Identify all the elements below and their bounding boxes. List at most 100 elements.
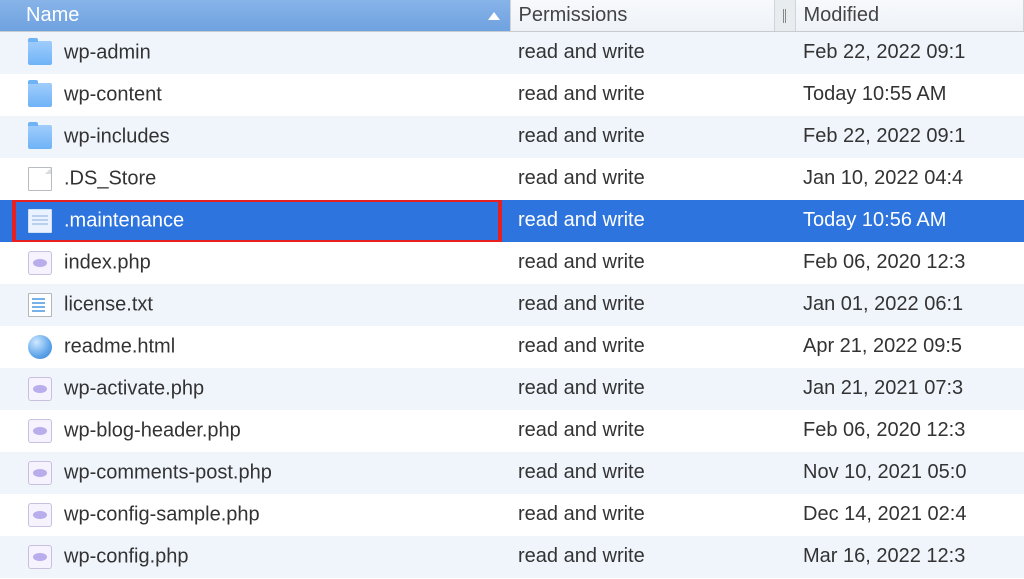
html-file-icon: [28, 335, 52, 359]
file-name-label: .maintenance: [64, 209, 184, 231]
file-row[interactable]: wp-config-sample.php read and write Dec 14…: [0, 494, 1024, 536]
file-row[interactable]: .maintenance read and write Today 10:56 AM: [0, 200, 1024, 242]
modified-cell: Nov 10, 2021 05:0: [795, 452, 1024, 494]
file-name-label: wp-includes: [64, 125, 170, 147]
column-header-modified-label: Modified: [804, 4, 880, 26]
file-name-label: index.php: [64, 251, 151, 273]
column-header-permissions[interactable]: Permissions: [510, 0, 774, 32]
separator-cell: [774, 116, 795, 158]
file-name-label: wp-config.php: [64, 545, 189, 567]
php-file-icon: [28, 419, 52, 443]
separator-cell: [774, 326, 795, 368]
separator-cell: [774, 536, 795, 578]
file-row[interactable]: wp-activate.php read and write Jan 21, 202…: [0, 368, 1024, 410]
file-name-label: wp-config-sample.php: [64, 503, 260, 525]
separator-cell: [774, 200, 795, 242]
permissions-cell: read and write: [510, 32, 774, 74]
permissions-cell: read and write: [510, 368, 774, 410]
modified-cell: Today 10:55 AM: [795, 74, 1024, 116]
file-row[interactable]: wp-comments-post.php read and write Nov 10…: [0, 452, 1024, 494]
file-row[interactable]: wp-includes read and write Feb 22, 2022 09…: [0, 116, 1024, 158]
modified-cell: Jan 21, 2021 07:3: [795, 368, 1024, 410]
file-name-cell[interactable]: wp-includes: [0, 116, 510, 158]
permissions-cell: read and write: [510, 200, 774, 242]
modified-cell: Dec 14, 2021 02:4: [795, 494, 1024, 536]
file-name-label: license.txt: [64, 293, 153, 315]
modified-cell: Feb 22, 2022 09:1: [795, 116, 1024, 158]
file-icon: [28, 167, 52, 191]
file-name-cell[interactable]: index.php: [0, 242, 510, 284]
file-row[interactable]: index.php read and write Feb 06, 2020 12:3: [0, 242, 1024, 284]
separator-cell: [774, 158, 795, 200]
file-name-cell[interactable]: .DS_Store: [0, 158, 510, 200]
separator-cell: [774, 242, 795, 284]
file-name-cell[interactable]: wp-activate.php: [0, 368, 510, 410]
file-name-cell[interactable]: wp-admin: [0, 32, 510, 74]
php-file-icon: [28, 251, 52, 275]
file-name-cell[interactable]: license.txt: [0, 284, 510, 326]
php-file-icon: [28, 377, 52, 401]
file-name-label: .DS_Store: [64, 167, 156, 189]
php-file-icon: [28, 545, 52, 569]
modified-cell: Feb 06, 2020 12:3: [795, 242, 1024, 284]
file-row[interactable]: .DS_Store read and write Jan 10, 2022 04:4: [0, 158, 1024, 200]
file-row[interactable]: license.txt read and write Jan 01, 2022 06…: [0, 284, 1024, 326]
permissions-cell: read and write: [510, 242, 774, 284]
file-name-cell[interactable]: wp-blog-header.php: [0, 410, 510, 452]
separator-cell: [774, 284, 795, 326]
file-name-label: wp-comments-post.php: [64, 461, 272, 483]
php-file-icon: [28, 503, 52, 527]
permissions-cell: read and write: [510, 116, 774, 158]
column-header-modified[interactable]: Modified: [795, 0, 1024, 32]
folder-icon: [28, 41, 52, 65]
column-header-permissions-label: Permissions: [519, 4, 628, 26]
folder-icon: [28, 125, 52, 149]
separator-cell: [774, 410, 795, 452]
modified-cell: Today 10:56 AM: [795, 200, 1024, 242]
separator-cell: [774, 74, 795, 116]
separator-cell: [774, 368, 795, 410]
file-name-cell[interactable]: wp-comments-post.php: [0, 452, 510, 494]
modified-cell: Feb 22, 2022 09:1: [795, 32, 1024, 74]
modified-cell: Apr 21, 2022 09:5: [795, 326, 1024, 368]
file-row[interactable]: wp-blog-header.php read and write Feb 06, …: [0, 410, 1024, 452]
permissions-cell: read and write: [510, 410, 774, 452]
file-row[interactable]: wp-admin read and write Feb 22, 2022 09:1: [0, 32, 1024, 74]
file-name-cell[interactable]: .maintenance: [0, 200, 510, 242]
file-name-cell[interactable]: readme.html: [0, 326, 510, 368]
column-header-name[interactable]: Name: [0, 0, 510, 32]
file-list-table: Name Permissions Modified wp-admin read a…: [0, 0, 1024, 578]
column-drag-handle-icon[interactable]: [783, 9, 787, 23]
permissions-cell: read and write: [510, 158, 774, 200]
column-separator[interactable]: [774, 0, 795, 32]
permissions-cell: read and write: [510, 452, 774, 494]
modified-cell: Jan 10, 2022 04:4: [795, 158, 1024, 200]
column-header-row: Name Permissions Modified: [0, 0, 1024, 32]
permissions-cell: read and write: [510, 284, 774, 326]
permissions-cell: read and write: [510, 74, 774, 116]
document-icon: [28, 209, 52, 233]
file-name-cell[interactable]: wp-content: [0, 74, 510, 116]
column-header-name-label: Name: [26, 4, 79, 26]
file-name-label: wp-admin: [64, 41, 151, 63]
file-name-cell[interactable]: wp-config.php: [0, 536, 510, 578]
modified-cell: Mar 16, 2022 12:3: [795, 536, 1024, 578]
file-row[interactable]: readme.htmlread and writeApr 21, 2022 09…: [0, 326, 1024, 368]
file-name-cell[interactable]: wp-config-sample.php: [0, 494, 510, 536]
file-row[interactable]: wp-config.php read and write Mar 16, 2022 …: [0, 536, 1024, 578]
separator-cell: [774, 494, 795, 536]
modified-cell: Feb 06, 2020 12:3: [795, 410, 1024, 452]
permissions-cell: read and write: [510, 536, 774, 578]
file-name-label: readme.html: [64, 335, 175, 357]
folder-icon: [28, 83, 52, 107]
permissions-cell: read and write: [510, 494, 774, 536]
separator-cell: [774, 452, 795, 494]
file-name-label: wp-blog-header.php: [64, 419, 241, 441]
file-name-label: wp-content: [64, 83, 162, 105]
text-file-icon: [28, 293, 52, 317]
file-name-label: wp-activate.php: [64, 377, 204, 399]
file-row[interactable]: wp-content read and write Today 10:55 AM: [0, 74, 1024, 116]
modified-cell: Jan 01, 2022 06:1: [795, 284, 1024, 326]
separator-cell: [774, 32, 795, 74]
php-file-icon: [28, 461, 52, 485]
